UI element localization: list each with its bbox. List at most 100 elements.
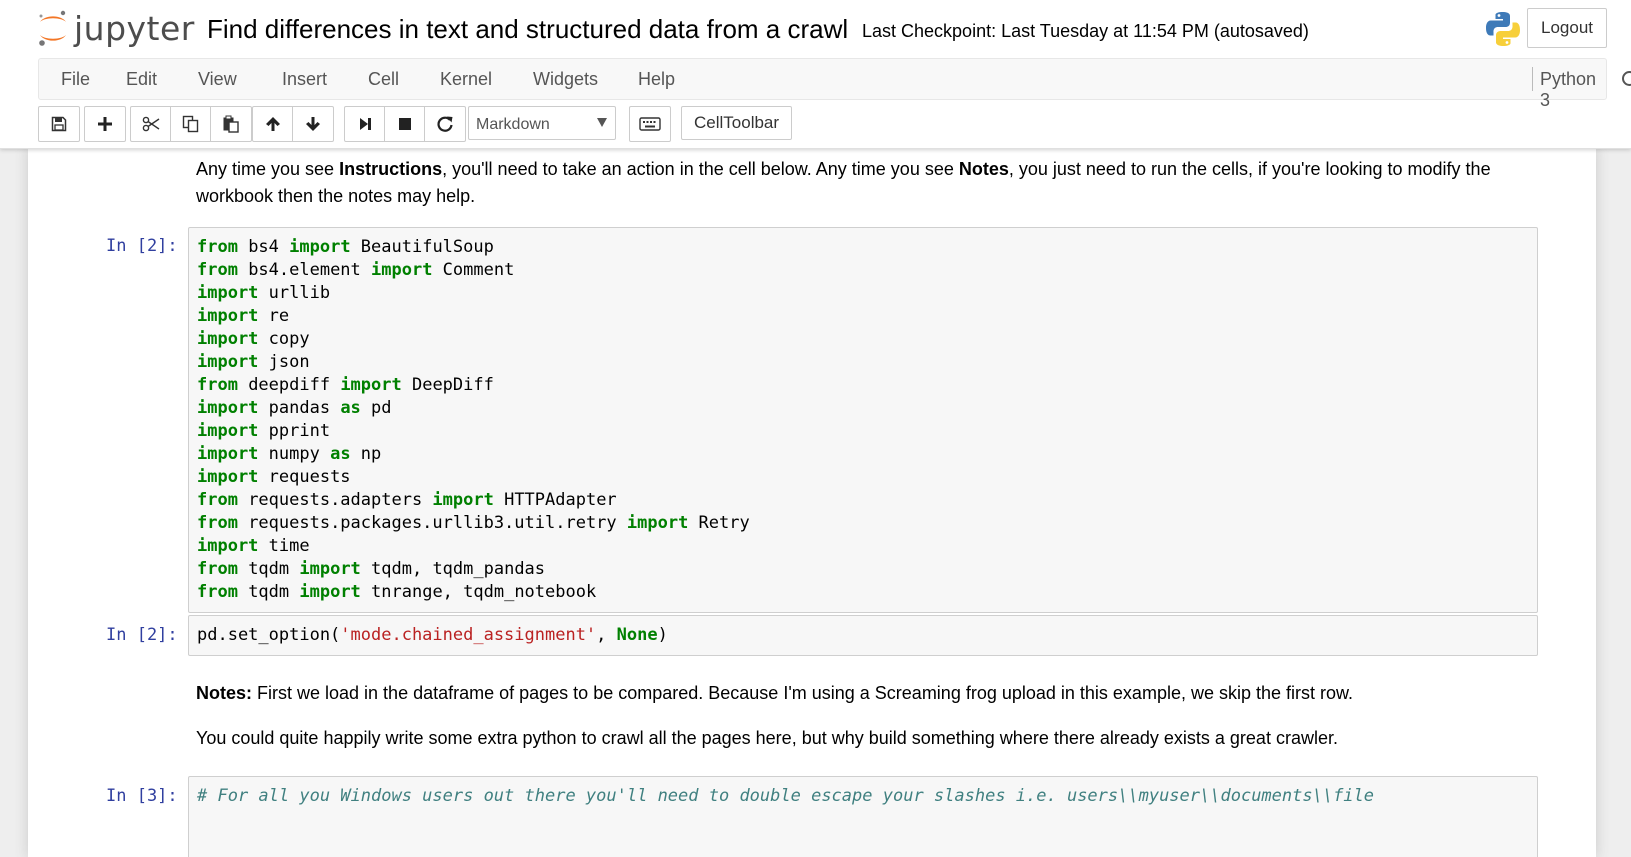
- arrow-up-icon: [265, 117, 280, 131]
- markdown-cell-crawler[interactable]: You could quite happily write some extra…: [196, 725, 1546, 752]
- code-cell-imports[interactable]: from bs4 import BeautifulSoup from bs4.el…: [188, 227, 1538, 613]
- code-token: HTTPAdapter: [493, 490, 617, 510]
- code-token: pprint: [258, 421, 331, 441]
- cell-prompt: In [2]:: [106, 625, 178, 645]
- toolbar-command-palette-group: [629, 106, 671, 142]
- code-keyword: import: [197, 467, 259, 487]
- keyboard-icon: [639, 117, 661, 131]
- toolbar-save-group: [38, 106, 80, 142]
- save-icon: [51, 116, 67, 132]
- step-forward-icon: [359, 118, 371, 130]
- code-line: # For all you Windows users out there yo…: [197, 785, 1529, 808]
- celltoolbar-button[interactable]: CellToolbar: [681, 106, 793, 140]
- logo-text: jupyter: [74, 8, 195, 48]
- checkpoint-status: Last Checkpoint: Last Tuesday at 11:54 P…: [862, 21, 1309, 41]
- menu-cell[interactable]: Cell: [368, 69, 399, 90]
- markdown-cell-instructions[interactable]: Any time you see Instructions, you'll ne…: [196, 156, 1546, 210]
- menu-edit[interactable]: Edit: [126, 69, 157, 90]
- code-line: import urllib: [197, 282, 1529, 305]
- kernel-divider: [1532, 67, 1533, 91]
- scissors-icon: [142, 116, 159, 132]
- markdown-cell-notes[interactable]: Notes: First we load in the dataframe of…: [196, 680, 1546, 707]
- code-token: time: [258, 536, 310, 556]
- md-bold-notes: Notes:: [196, 683, 253, 703]
- dropdown-arrow-icon: [597, 118, 607, 127]
- code-cell-windows-comment[interactable]: # For all you Windows users out there yo…: [188, 776, 1538, 857]
- toolbar-insert-group: [84, 106, 126, 142]
- kernel-name[interactable]: Python 3: [1540, 69, 1606, 111]
- code-token: copy: [258, 329, 310, 349]
- code-token: DeepDiff: [401, 375, 494, 395]
- code-keyword: import: [197, 444, 259, 464]
- code-line: from tqdm import tnrange, tqdm_notebook: [197, 581, 1529, 604]
- move-down-button[interactable]: [293, 107, 333, 141]
- stop-icon: [398, 118, 411, 130]
- code-token: Comment: [432, 260, 515, 280]
- code-keyword: import: [289, 237, 351, 257]
- code-token: ): [657, 625, 668, 645]
- menu-view[interactable]: View: [198, 69, 237, 90]
- code-token: pandas: [258, 398, 341, 418]
- move-up-button[interactable]: [253, 107, 293, 141]
- interrupt-kernel-button[interactable]: [385, 107, 425, 141]
- restart-kernel-button[interactable]: [425, 107, 465, 141]
- code-token: tnrange, tqdm_notebook: [360, 582, 597, 602]
- notebook-container: Any time you see Instructions, you'll ne…: [28, 148, 1596, 857]
- code-token: json: [258, 352, 310, 372]
- copy-button[interactable]: [171, 107, 211, 141]
- code-token: requests.adapters: [237, 490, 433, 510]
- code-keyword: import: [197, 306, 259, 326]
- logout-button[interactable]: Logout: [1527, 8, 1607, 48]
- code-keyword: as: [330, 444, 351, 464]
- menu-help[interactable]: Help: [638, 69, 675, 90]
- code-keyword: import: [626, 513, 689, 533]
- code-keyword: as: [340, 398, 361, 418]
- code-line: import copy: [197, 328, 1529, 351]
- code-line: import time: [197, 535, 1529, 558]
- cut-button[interactable]: [131, 107, 171, 141]
- menu-kernel[interactable]: Kernel: [440, 69, 492, 90]
- code-line: import re: [197, 305, 1529, 328]
- code-token: tqdm, tqdm_pandas: [360, 559, 546, 579]
- menu-widgets[interactable]: Widgets: [533, 69, 598, 90]
- code-line: import pprint: [197, 420, 1529, 443]
- code-line: from bs4.element import Comment: [197, 259, 1529, 282]
- code-token: numpy: [258, 444, 331, 464]
- code-token: pd.set_option(: [197, 625, 341, 645]
- paste-icon: [223, 115, 239, 133]
- notebook-header: jupyter Find differences in text and str…: [0, 0, 1631, 149]
- code-keyword: import: [299, 582, 361, 602]
- toolbar-edit-group: [130, 106, 252, 142]
- code-token: deepdiff: [237, 375, 341, 395]
- code-keyword: from: [197, 375, 238, 395]
- notebook-title[interactable]: Find differences in text and structured …: [207, 14, 848, 45]
- jupyter-logo[interactable]: jupyter: [36, 6, 195, 50]
- code-cell-set-option[interactable]: pd.set_option('mode.chained_assignment',…: [188, 615, 1538, 656]
- menu-insert[interactable]: Insert: [282, 69, 327, 90]
- save-button[interactable]: [39, 107, 79, 141]
- code-keyword: import: [197, 283, 259, 303]
- code-keyword: import: [432, 490, 494, 510]
- md-bold-instructions: Instructions: [339, 159, 443, 179]
- code-line: pd.set_option('mode.chained_assignment',…: [197, 624, 1529, 647]
- cell-type-select[interactable]: Markdown: [468, 106, 616, 140]
- insert-cell-button[interactable]: [85, 107, 125, 141]
- code-token: requests: [258, 467, 351, 487]
- code-token: pd: [360, 398, 392, 418]
- code-line: import requests: [197, 466, 1529, 489]
- code-line: from tqdm import tqdm, tqdm_pandas: [197, 558, 1529, 581]
- code-string: 'mode.chained_assignment': [340, 625, 597, 645]
- paste-button[interactable]: [211, 107, 251, 141]
- code-keyword: import: [197, 398, 259, 418]
- cell-prompt: In [2]:: [106, 236, 178, 256]
- menu-file[interactable]: File: [61, 69, 90, 90]
- cell-type-value: Markdown: [476, 116, 550, 133]
- md-bold-notes: Notes: [958, 159, 1009, 179]
- code-line: from requests.packages.urllib3.util.retr…: [197, 512, 1529, 535]
- command-palette-button[interactable]: [630, 107, 670, 141]
- code-token: tqdm: [237, 582, 300, 602]
- md-text: You could quite happily write some extra…: [196, 728, 1338, 748]
- code-token: Retry: [688, 513, 750, 533]
- code-keyword: import: [340, 375, 402, 395]
- run-cell-button[interactable]: [345, 107, 385, 141]
